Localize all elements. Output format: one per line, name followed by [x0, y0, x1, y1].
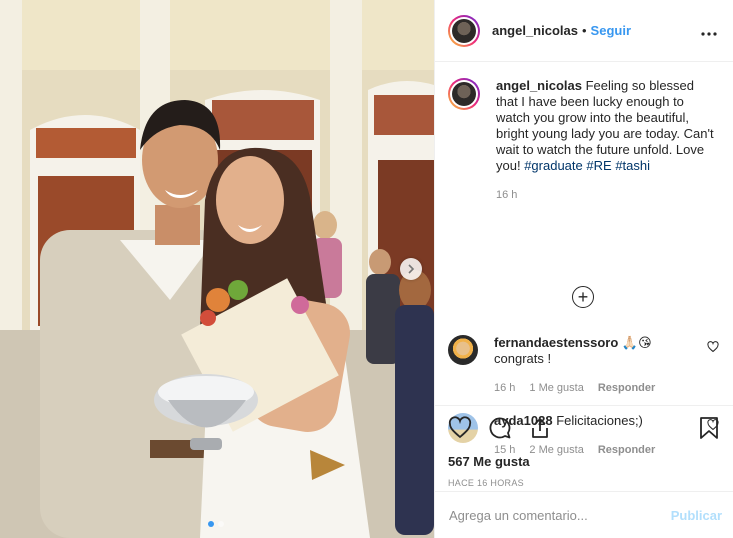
comment-likes[interactable]: 1 Me gusta [529, 380, 583, 396]
hashtag-tashi[interactable]: #tashi [615, 158, 650, 173]
chevron-right-icon [408, 264, 415, 274]
publish-button[interactable]: Publicar [671, 508, 722, 523]
share-icon[interactable] [528, 416, 552, 440]
comment-input[interactable] [449, 507, 671, 523]
comment-item: fernandaestenssoro 🙏🏻😘 congrats ! 16 h 1… [448, 335, 723, 396]
profile-avatar[interactable] [448, 14, 480, 47]
caption-time[interactable]: 16 h [496, 187, 716, 203]
reply-button[interactable]: Responder [598, 380, 655, 396]
heart-icon[interactable] [707, 341, 719, 356]
post-actions: 567 Me gusta HACE 16 HORAS [435, 405, 733, 488]
more-options-icon[interactable] [699, 25, 719, 36]
hashtag-re[interactable]: #RE [586, 158, 611, 173]
comment-icon[interactable] [488, 416, 512, 440]
comment-username[interactable]: fernandaestenssoro [494, 335, 618, 350]
plus-icon: + [577, 286, 589, 307]
caption-username[interactable]: angel_nicolas [496, 78, 582, 93]
header-username[interactable]: angel_nicolas [492, 23, 578, 38]
action-icons [448, 416, 720, 440]
post-header: angel_nicolas • Seguir [435, 0, 733, 62]
carousel-dots [208, 521, 224, 527]
follow-button[interactable]: Seguir [591, 23, 631, 38]
add-comment-bar: Publicar [435, 491, 733, 538]
comment-meta: 16 h 1 Me gusta Responder [494, 380, 694, 396]
photo-image [0, 0, 434, 538]
separator-dot: • [581, 23, 587, 38]
load-more-comments-button[interactable]: + [572, 286, 594, 308]
carousel-dot-2 [218, 521, 224, 527]
post-panel: angel_nicolas • Seguir angel_nicolas Fee… [434, 0, 733, 538]
likes-count[interactable]: 567 Me gusta [448, 454, 720, 469]
comment-time[interactable]: 16 h [494, 380, 515, 396]
comments-section: angel_nicolas Feeling so blessed that I … [435, 62, 733, 456]
bookmark-icon[interactable] [698, 416, 720, 440]
next-slide-button[interactable] [400, 258, 422, 280]
instagram-post: angel_nicolas • Seguir angel_nicolas Fee… [0, 0, 733, 538]
carousel-dot-1 [208, 521, 214, 527]
comment-body: fernandaestenssoro 🙏🏻😘 congrats ! 16 h 1… [494, 335, 694, 396]
posted-time[interactable]: HACE 16 HORAS [448, 478, 720, 488]
post-photo[interactable] [0, 0, 434, 538]
heart-icon[interactable] [448, 416, 472, 440]
caption-body: angel_nicolas Feeling so blessed that I … [496, 78, 716, 203]
comment-avatar[interactable] [448, 335, 478, 365]
caption: angel_nicolas Feeling so blessed that I … [448, 78, 719, 203]
hashtag-graduate[interactable]: #graduate [524, 158, 583, 173]
caption-avatar[interactable] [448, 78, 480, 110]
